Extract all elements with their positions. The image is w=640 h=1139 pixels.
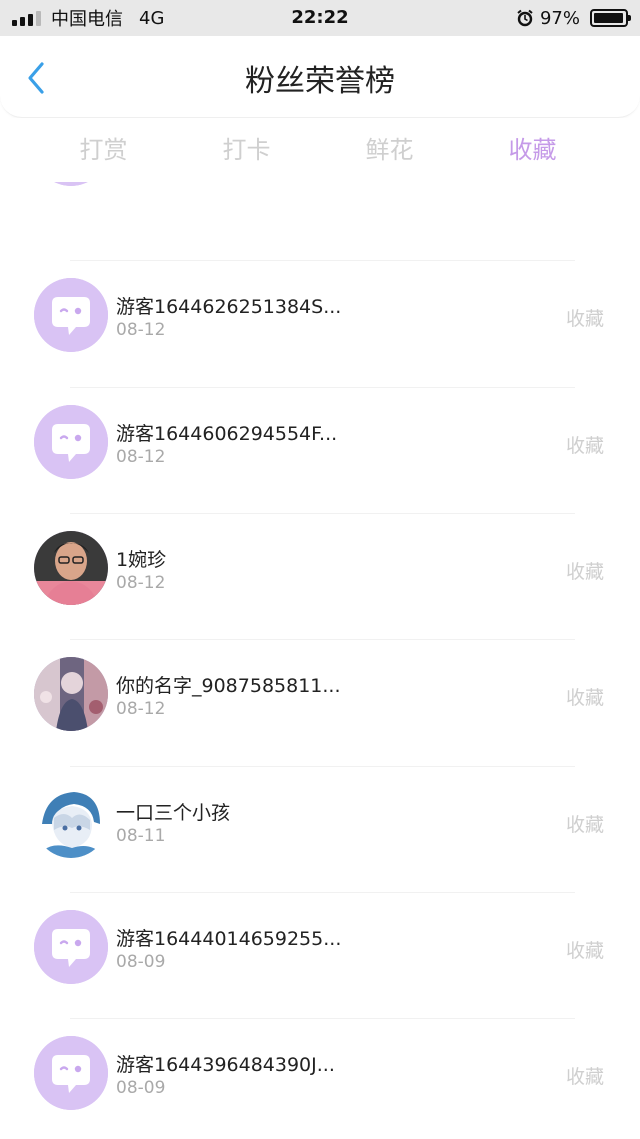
avatar [34, 657, 108, 731]
back-button[interactable] [20, 60, 52, 96]
list-item[interactable]: 游客1644396484390J... 08-09 收藏 [0, 1018, 640, 1139]
favorite-label[interactable]: 收藏 [566, 683, 604, 710]
anime-collage-photo [34, 657, 108, 731]
chat-bubble-icon [34, 405, 108, 479]
item-date: 08-12 [116, 320, 166, 340]
item-date: 08-12 [116, 699, 166, 719]
divider [70, 639, 575, 640]
nav-bar: 粉丝荣誉榜 [0, 36, 640, 118]
favorite-label[interactable]: 收藏 [566, 810, 604, 837]
item-name: 游客16444014659255... [116, 928, 342, 950]
item-name: 游客1644626251384S... [116, 296, 342, 318]
anime-illustration [34, 784, 108, 858]
avatar [34, 278, 108, 352]
list-item[interactable]: 你的名字_9087585811... 08-12 收藏 [0, 639, 640, 765]
favorite-label[interactable]: 收藏 [566, 431, 604, 458]
avatar [34, 910, 108, 984]
list-item[interactable]: 游客16444014659255... 08-09 收藏 [0, 892, 640, 1018]
item-date: 08-12 [116, 573, 166, 593]
tab-flowers[interactable]: 鲜花 [318, 118, 461, 182]
divider [70, 513, 575, 514]
chat-bubble-icon [34, 278, 108, 352]
chevron-left-icon [28, 62, 44, 94]
favorite-label[interactable]: 收藏 [566, 1062, 604, 1089]
favorite-label[interactable]: 收藏 [566, 304, 604, 331]
battery-percent: 97% [539, 7, 580, 29]
item-date: 08-11 [116, 826, 166, 846]
chat-bubble-icon [34, 1036, 108, 1110]
avatar [34, 1036, 108, 1110]
item-name: 1婉珍 [116, 549, 167, 571]
item-name: 游客1644396484390J... [116, 1054, 335, 1076]
divider [70, 1018, 575, 1019]
tab-checkin[interactable]: 打卡 [175, 118, 318, 182]
status-bar: 中国电信 4G 22:22 97% [0, 0, 640, 36]
item-name: 游客1644606294554F... [116, 423, 338, 445]
divider [70, 892, 575, 893]
list-item[interactable]: 1婉珍 08-12 收藏 [0, 513, 640, 639]
divider [70, 260, 575, 261]
avatar [34, 182, 108, 186]
divider [70, 387, 575, 388]
tab-bar: 打赏 打卡 鲜花 收藏 [0, 118, 640, 182]
tab-reward[interactable]: 打赏 [32, 118, 175, 182]
list-item[interactable]: 游客1644606294554F... 08-12 收藏 [0, 387, 640, 513]
list-item[interactable]: 一口三个小孩 08-11 收藏 [0, 766, 640, 892]
avatar [34, 531, 108, 605]
divider [70, 766, 575, 767]
battery-fill [594, 13, 624, 23]
item-name: 你的名字_9087585811... [116, 675, 341, 697]
avatar [34, 405, 108, 479]
tab-favorites[interactable]: 收藏 [461, 118, 604, 182]
status-right: 97% [516, 0, 631, 36]
page-title: 粉丝荣誉榜 [245, 64, 395, 99]
chat-bubble-icon [34, 182, 108, 186]
avatar [34, 784, 108, 858]
item-date: 08-09 [116, 1078, 166, 1098]
item-name: 一口三个小孩 [116, 802, 231, 824]
battery-icon [590, 9, 631, 27]
item-date: 08-12 [116, 447, 166, 467]
person-photo [34, 531, 108, 605]
list-item-partial[interactable]: 08-12 [0, 182, 640, 212]
favorite-label[interactable]: 收藏 [566, 557, 604, 584]
item-date: 08-09 [116, 952, 166, 972]
list-item[interactable]: 游客1644626251384S... 08-12 收藏 [0, 260, 640, 386]
fans-list[interactable]: 08-12 游客1644626251384S... 08-12 收藏 [0, 182, 640, 1139]
favorite-label[interactable]: 收藏 [566, 936, 604, 963]
chat-bubble-icon [34, 910, 108, 984]
alarm-icon [517, 9, 533, 27]
